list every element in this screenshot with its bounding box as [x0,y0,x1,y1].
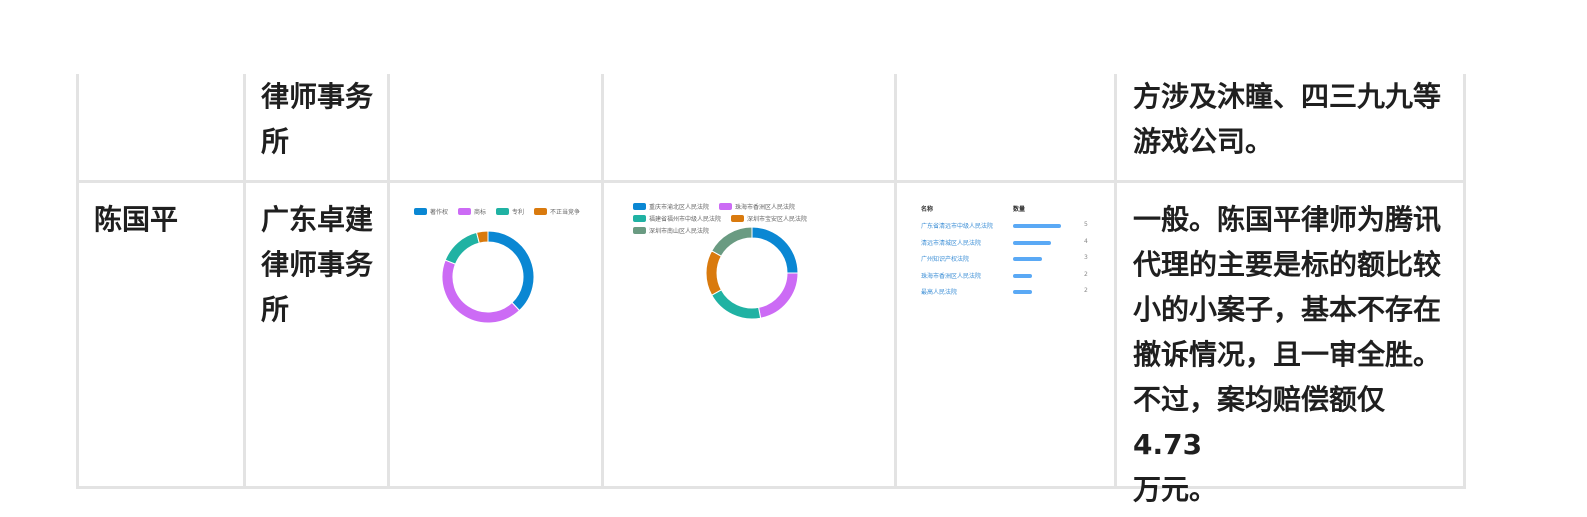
lawyer-name: 陈国平 [94,203,179,236]
ranking-header: 名称 数量 [921,204,1096,213]
text-line: 一般。陈国平律师为腾讯 [1133,203,1442,236]
legend-item[interactable]: 专利 [496,207,524,216]
court-name-link[interactable]: 最高人民法院 [921,287,1013,296]
header-count: 数量 [1013,206,1026,213]
text-line: 所 [261,293,290,326]
legend-swatch [458,208,472,215]
text-line: 小的小案子，基本不存在 [1133,293,1442,326]
text-line: 撤诉情况，且一审全胜。 [1133,338,1442,371]
text-line: 所 [261,125,290,158]
legend-item[interactable]: 著作权 [414,207,448,216]
legend-item[interactable]: 商标 [458,207,486,216]
row-divider [76,180,1466,183]
text-line: 律师事务 [261,248,374,281]
count-value: 3 [1084,254,1088,261]
legend-item[interactable]: 重庆市渝北区人民法院 [633,202,709,211]
legend-label: 深圳市宝安区人民法院 [747,216,808,223]
count-bar [1013,273,1033,278]
legend-swatch [633,215,646,222]
ranking-row: 清远市清城区人民法院 4 [921,238,1096,255]
ranking-row: 最高人民法院 2 [921,287,1096,304]
grid-line [243,74,246,489]
legend-item[interactable]: 深圳市宝安区人民法院 [731,214,807,223]
legend-swatch [633,227,646,234]
text-line: 万元。 [1133,473,1218,506]
count-bar [1013,290,1033,294]
text-line: 律师事务 [261,80,374,113]
court-name-link[interactable]: 广州知识产权法院 [921,254,1013,263]
text-line: 方涉及沐瞳、四三九九等 [1133,80,1442,113]
grid-line [601,74,604,489]
legend-label: 专利 [512,209,525,216]
donut-slice[interactable] [757,272,799,319]
prev-row-note: 方涉及沐瞳、四三九九等 游戏公司。 [1133,74,1453,164]
count-value: 5 [1084,221,1088,228]
court-name-link[interactable]: 清远市清城区人民法院 [921,238,1013,247]
legend-label: 深圳市南山区人民法院 [649,228,710,235]
legend-swatch [633,203,646,210]
legend-swatch [496,208,510,215]
ranking-row: 广州知识产权法院 3 [921,254,1096,271]
donut-slice[interactable] [441,259,521,324]
text-line: 不过，案均赔偿额仅4.73 [1133,383,1386,461]
legend-swatch [731,215,745,222]
legend-swatch [534,208,548,215]
lawyer-table: 律师事务 所 方涉及沐瞳、四三九九等 游戏公司。 陈国平 广东卓建 律师事务 所… [76,74,1466,506]
court-donut-chart [705,226,799,320]
count-bar [1013,224,1061,228]
court-name-link[interactable]: 广东省清远市中级人民法院 [921,221,1013,230]
ranking-row: 珠海市香洲区人民法院 2 [921,271,1096,288]
legend-item[interactable]: 不正当竞争 [534,207,580,216]
legend-label: 重庆市渝北区人民法院 [649,204,710,211]
count-value: 2 [1084,270,1088,278]
legend-label: 著作权 [430,209,449,216]
court-name-link[interactable]: 珠海市香洲区人民法院 [921,271,1013,280]
legend-item[interactable]: 福建省福州市中级人民法院 [633,214,721,223]
donut-slice[interactable] [444,231,480,265]
legend-label: 福建省福州市中级人民法院 [649,216,722,223]
count-value: 4 [1084,237,1088,245]
chart-legend: 著作权 商标 专利 不正当竞争 [414,207,594,216]
donut-slice[interactable] [751,226,799,274]
legend-label: 珠海市香洲区人民法院 [735,204,796,211]
donut-slice[interactable] [487,230,535,312]
count-bar [1013,240,1052,245]
text-line: 游戏公司。 [1133,125,1274,158]
count-bar [1013,257,1042,261]
donut-slice[interactable] [705,250,723,296]
ranking-row: 广东省清远市中级人民法院 5 [921,221,1096,238]
donut-slice[interactable] [711,289,762,320]
grid-line [1463,74,1466,489]
legend-label: 不正当竞争 [550,209,581,216]
count-value: 2 [1084,287,1088,294]
prev-row-firm: 律师事务 所 [261,74,391,164]
legend-swatch [719,203,733,210]
grid-line [894,74,897,489]
legend-item[interactable]: 珠海市香洲区人民法院 [719,202,795,211]
court-ranking-chart: 名称 数量 广东省清远市中级人民法院 5 清远市清城区人民法院 4 广州知识产权法院 3 珠… [921,204,1096,304]
case-type-donut-chart [441,230,535,324]
header-name: 名称 [921,206,934,213]
evaluation-note: 一般。陈国平律师为腾讯 代理的主要是标的额比较 小的小案子，基本不存在 撤诉情况… [1133,197,1453,512]
text-line: 广东卓建 [261,203,374,236]
law-firm: 广东卓建 律师事务 所 [261,197,391,332]
legend-label: 商标 [474,209,487,216]
text-line: 代理的主要是标的额比较 [1133,248,1442,281]
grid-line [76,74,79,489]
legend-item[interactable]: 深圳市南山区人民法院 [633,226,709,235]
donut-slice[interactable] [711,226,753,257]
grid-line [1114,74,1117,489]
legend-swatch [414,208,427,215]
